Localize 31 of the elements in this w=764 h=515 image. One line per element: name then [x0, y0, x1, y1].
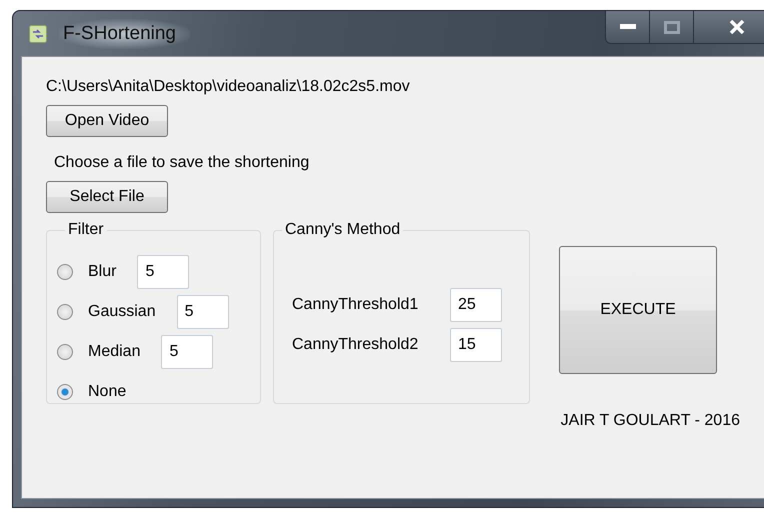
radio-button[interactable]: [57, 264, 73, 280]
radio-button[interactable]: [57, 304, 73, 320]
close-button[interactable]: [694, 11, 764, 43]
threshold-label: CannyThreshold2: [292, 336, 420, 354]
radio-button[interactable]: [57, 344, 73, 360]
radio-button[interactable]: [57, 384, 73, 400]
radio-label: Gaussian: [88, 303, 156, 321]
execute-button[interactable]: EXECUTE: [559, 246, 717, 374]
app-icon: [29, 24, 47, 42]
radio-label: Blur: [88, 263, 116, 281]
kernel-size-field[interactable]: 5: [137, 255, 190, 289]
threshold-field[interactable]: 25: [450, 288, 502, 322]
select-file-button[interactable]: Select File: [46, 181, 168, 213]
credit-text: JAIR T GOULART - 2016: [560, 412, 740, 430]
save-prompt: Choose a file to save the shortening: [54, 154, 310, 172]
radio-label: Median: [88, 343, 140, 361]
kernel-size-field[interactable]: 5: [161, 335, 214, 369]
minimize-icon: [620, 24, 636, 30]
group-title: Canny's Method: [284, 221, 402, 239]
kernel-size-field[interactable]: 5: [176, 295, 229, 329]
group-title: Filter: [67, 221, 105, 239]
maximize-button[interactable]: [650, 11, 694, 43]
threshold-field[interactable]: 15: [450, 328, 502, 362]
radio-label: None: [88, 383, 126, 401]
maximize-icon: [664, 20, 680, 34]
window-title: F-SHortening: [59, 18, 190, 48]
minimize-button[interactable]: [606, 11, 650, 43]
video-path: C:\Users\Anita\Desktop\videoanaliz\18.02c2s5.mov: [46, 78, 410, 96]
close-icon: [729, 20, 745, 34]
threshold-label: CannyThreshold1: [292, 296, 420, 314]
open-video-button[interactable]: Open Video: [46, 105, 168, 137]
